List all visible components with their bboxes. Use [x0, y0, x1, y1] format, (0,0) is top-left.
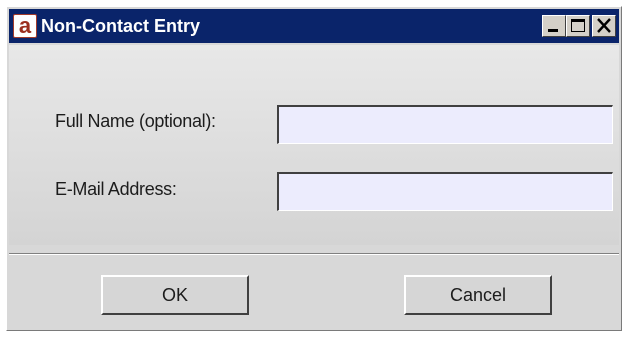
close-button[interactable] [592, 15, 616, 37]
app-logo-icon: a [13, 14, 37, 38]
title-bar[interactable]: a Non-Contact Entry [9, 9, 619, 43]
minimize-icon [548, 29, 558, 32]
ok-button[interactable]: OK [101, 275, 249, 315]
email-field[interactable] [277, 172, 613, 211]
email-label: E-Mail Address: [55, 179, 177, 199]
dialog-content: Full Name (optional): E-Mail Address: [9, 45, 619, 245]
window-title: Non-Contact Entry [41, 16, 200, 36]
non-contact-entry-dialog: a Non-Contact Entry Full Name (optional)… [6, 6, 622, 331]
maximize-button[interactable] [566, 15, 590, 37]
close-icon [597, 18, 611, 33]
dialog-button-bar: OK Cancel [9, 255, 619, 328]
cancel-button[interactable]: Cancel [404, 275, 552, 315]
maximize-icon [571, 19, 585, 32]
minimize-button[interactable] [542, 15, 566, 37]
full-name-label: Full Name (optional): [55, 111, 216, 131]
full-name-field[interactable] [277, 105, 613, 144]
